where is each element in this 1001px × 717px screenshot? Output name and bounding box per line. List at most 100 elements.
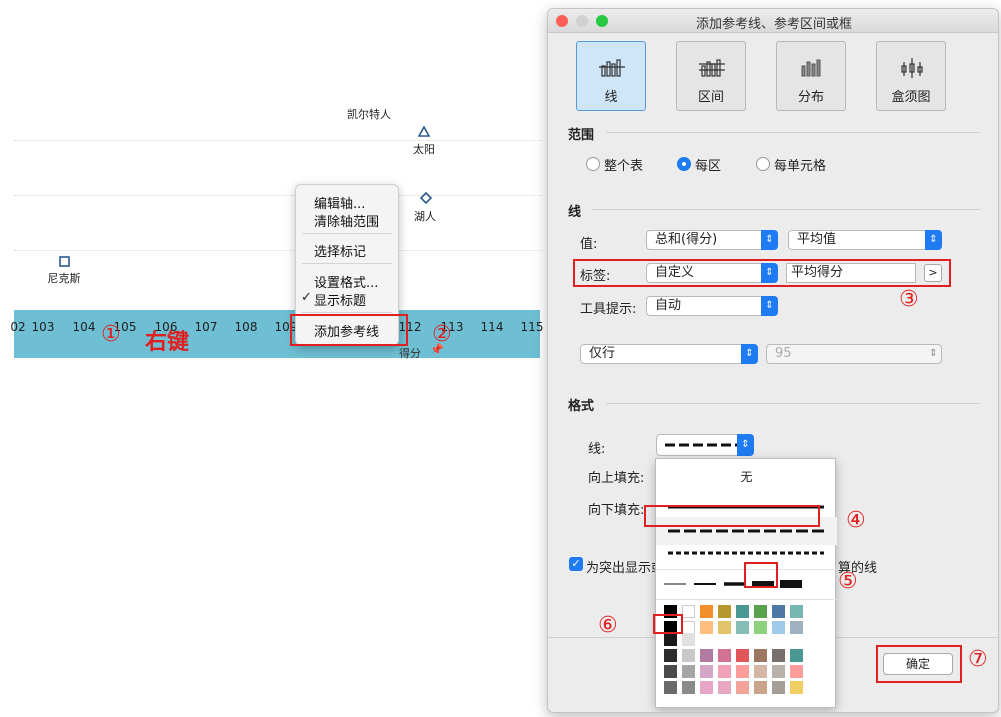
color-swatch[interactable] [772, 621, 785, 634]
scatter-chart: 凯尔特人 太阳 湖人 尼克斯 02 103 104 105 106 107 10… [10, 100, 544, 362]
annotation-6: ⑥ [598, 613, 618, 638]
aggregation-select[interactable]: 平均值 ⇕ [788, 230, 942, 250]
color-swatch[interactable] [682, 649, 695, 662]
color-swatch[interactable] [718, 649, 731, 662]
color-swatch[interactable] [664, 649, 677, 662]
color-swatch[interactable] [664, 665, 677, 678]
fill-below-label: 向下填充: [588, 503, 645, 518]
color-swatch[interactable] [682, 605, 695, 618]
color-swatch[interactable] [790, 621, 803, 634]
x-axis-band[interactable] [14, 310, 540, 358]
menu-item-clear-axis-range[interactable]: 清除轴范围 [314, 211, 379, 230]
line-style-picker[interactable]: ⇕ [656, 434, 754, 456]
radio-entire-table[interactable] [586, 157, 600, 171]
color-swatch[interactable] [790, 605, 803, 618]
color-swatch[interactable] [682, 633, 695, 646]
color-swatch[interactable] [772, 665, 785, 678]
format-section-title: 格式 [568, 399, 595, 414]
value-field-select[interactable]: 总和(得分) ⇕ [646, 230, 778, 250]
color-swatch[interactable] [754, 681, 767, 694]
color-swatch[interactable] [754, 649, 767, 662]
tooltip-select[interactable]: 自动 ⇕ [646, 296, 778, 316]
menu-separator [302, 233, 392, 234]
line-option-none[interactable]: 无 [656, 463, 837, 491]
section-divider [592, 209, 980, 210]
color-swatch[interactable] [772, 649, 785, 662]
color-swatch[interactable] [772, 681, 785, 694]
color-swatch[interactable] [754, 605, 767, 618]
color-swatch[interactable] [664, 633, 677, 646]
color-swatch[interactable] [718, 621, 731, 634]
color-swatch[interactable] [736, 605, 749, 618]
select-value: 总和(得分) [655, 232, 718, 247]
highlight-box [290, 314, 408, 346]
type-label: 区间 [697, 90, 724, 105]
menu-item-select-marks[interactable]: 选择标记 [314, 241, 366, 260]
color-swatch[interactable] [754, 665, 767, 678]
type-button-line[interactable]: 线 [576, 41, 646, 111]
select-arrows-icon: ⇕ [761, 296, 778, 316]
line-section-title: 线 [568, 205, 582, 220]
band-chart-icon [699, 59, 725, 77]
color-swatch[interactable] [736, 665, 749, 678]
type-button-band[interactable]: 区间 [676, 41, 746, 111]
color-swatch[interactable] [736, 649, 749, 662]
range-section-title: 范围 [568, 128, 595, 143]
type-label: 盒须图 [891, 90, 931, 105]
menu-item-format[interactable]: 设置格式... [314, 272, 378, 291]
square-marker-icon[interactable] [59, 256, 70, 267]
menu-item-show-title[interactable]: 显示标题 [314, 290, 366, 309]
color-swatch[interactable] [700, 649, 713, 662]
menu-separator [302, 263, 392, 264]
highlight-box [744, 562, 778, 588]
radio-per-pane[interactable] [677, 157, 691, 171]
color-swatch[interactable] [754, 621, 767, 634]
highlight-box [876, 645, 962, 683]
color-swatch[interactable] [664, 681, 677, 694]
type-button-distribution[interactable]: 分布 [776, 41, 846, 111]
color-swatch[interactable] [700, 605, 713, 618]
color-swatch[interactable] [790, 665, 803, 678]
point-label-knicks: 尼克斯 [47, 272, 81, 285]
annotation-5: ⑤ [838, 569, 858, 594]
highlight-checkbox[interactable]: ✓ [569, 557, 583, 571]
select-value: 95 [775, 346, 792, 361]
type-label: 线 [604, 90, 618, 105]
color-swatch[interactable] [790, 649, 803, 662]
point-label-suns: 太阳 [413, 143, 435, 156]
color-swatch[interactable] [682, 681, 695, 694]
color-swatch[interactable] [772, 605, 785, 618]
color-swatch[interactable] [790, 681, 803, 694]
percentile-select: 95 ⇕ [766, 344, 942, 364]
radio-per-cell[interactable] [756, 157, 770, 171]
x-axis-title: 得分 [399, 347, 421, 360]
reference-line-dialog: 添加参考线、参考区间或框 线 区间 分布 盒须图 范围 整个表 每区 每单元格 … [547, 8, 999, 713]
box-plot-icon [901, 58, 923, 78]
color-swatch[interactable] [736, 681, 749, 694]
x-tick-label: 02 [10, 320, 26, 334]
select-arrows-icon: ⇕ [737, 434, 754, 456]
color-swatch[interactable] [736, 621, 749, 634]
tooltip-label: 工具提示: [580, 302, 637, 317]
diamond-marker-icon[interactable] [420, 192, 432, 204]
color-swatch[interactable] [700, 621, 713, 634]
dialog-titlebar: 添加参考线、参考区间或框 [548, 9, 998, 33]
color-swatch[interactable] [718, 681, 731, 694]
x-tick-label: 115 [520, 320, 544, 334]
triangle-marker-icon[interactable] [418, 126, 430, 137]
scope-select[interactable]: 仅行 ⇕ [580, 344, 758, 364]
select-value: 平均值 [797, 232, 837, 247]
color-swatch[interactable] [700, 681, 713, 694]
dialog-title: 添加参考线、参考区间或框 [695, 17, 852, 32]
annotation-7: ⑦ [968, 647, 988, 672]
color-swatch[interactable] [718, 605, 731, 618]
menu-item-edit-axis[interactable]: 编辑轴... [314, 193, 365, 212]
type-button-box-plot[interactable]: 盒须图 [876, 41, 946, 111]
annotation-4: ④ [846, 508, 866, 533]
color-swatch[interactable] [682, 665, 695, 678]
point-label-lakers: 湖人 [414, 210, 436, 223]
annotation-2: ② [432, 322, 452, 347]
color-swatch[interactable] [718, 665, 731, 678]
color-swatch[interactable] [700, 665, 713, 678]
line-style-label: 线: [588, 442, 606, 457]
